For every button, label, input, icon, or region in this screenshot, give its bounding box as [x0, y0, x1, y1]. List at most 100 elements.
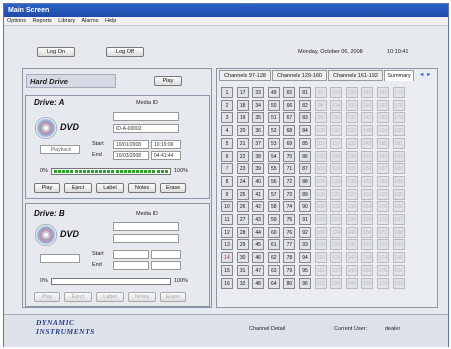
- channel-cell[interactable]: 147: [361, 112, 374, 124]
- channel-cell[interactable]: 117: [330, 137, 343, 149]
- channel-cell[interactable]: 14: [221, 252, 233, 264]
- channel-cell[interactable]: 20: [236, 125, 249, 137]
- log-off-button[interactable]: Log Off: [106, 47, 144, 57]
- channel-cell[interactable]: 141: [345, 239, 358, 251]
- channel-cell[interactable]: 106: [314, 201, 327, 213]
- channel-cell[interactable]: 40: [252, 175, 265, 187]
- channel-cell[interactable]: 112: [314, 277, 327, 289]
- channel-cell[interactable]: 105: [314, 188, 327, 200]
- drive-a-notes-button[interactable]: Notes: [128, 183, 156, 193]
- menu-options[interactable]: Options: [7, 18, 26, 24]
- channel-cell[interactable]: 187: [392, 214, 405, 225]
- tab-channels-1[interactable]: Channels 97-128: [219, 70, 271, 81]
- channel-cell[interactable]: 136: [345, 175, 358, 187]
- channel-cell[interactable]: 43: [252, 214, 265, 225]
- tab-channels-3[interactable]: Channels 161-192: [328, 70, 383, 81]
- channel-cell[interactable]: 79: [283, 264, 296, 276]
- channel-cell[interactable]: 168: [377, 175, 389, 187]
- channel-cell[interactable]: 86: [299, 150, 311, 162]
- channel-cell[interactable]: 17: [236, 87, 249, 98]
- channel-cell[interactable]: 83: [299, 112, 311, 124]
- channel-cell[interactable]: 69: [283, 137, 296, 149]
- channel-cell[interactable]: 56: [267, 175, 280, 187]
- channel-cell[interactable]: 142: [345, 252, 358, 264]
- channel-cell[interactable]: 58: [267, 201, 280, 213]
- channel-cell[interactable]: 154: [361, 201, 374, 213]
- drive-a-play-button[interactable]: Play: [34, 183, 60, 193]
- channel-cell[interactable]: 95: [299, 264, 311, 276]
- channel-cell[interactable]: 32: [236, 277, 249, 289]
- channel-cell[interactable]: 172: [377, 226, 389, 238]
- channel-cell[interactable]: 102: [314, 150, 327, 162]
- channel-cell[interactable]: 81: [299, 87, 311, 98]
- channel-cell[interactable]: 166: [377, 150, 389, 162]
- channel-cell[interactable]: 184: [392, 175, 405, 187]
- channel-cell[interactable]: 91: [299, 214, 311, 225]
- channel-cell[interactable]: 4: [221, 125, 233, 137]
- channel-cell[interactable]: 165: [377, 137, 389, 149]
- tab-scroll-arrows[interactable]: ◄ ►: [419, 72, 431, 78]
- channel-cell[interactable]: 26: [236, 201, 249, 213]
- channel-cell[interactable]: 9: [221, 188, 233, 200]
- channel-cell[interactable]: 30: [236, 252, 249, 264]
- channel-cell[interactable]: 78: [283, 252, 296, 264]
- channel-cell[interactable]: 182: [392, 150, 405, 162]
- channel-cell[interactable]: 16: [221, 277, 233, 289]
- channel-cell[interactable]: 129: [345, 87, 358, 98]
- channel-cell[interactable]: 192: [392, 277, 405, 289]
- channel-cell[interactable]: 72: [283, 175, 296, 187]
- channel-cell[interactable]: 68: [283, 125, 296, 137]
- channel-cell[interactable]: 35: [252, 112, 265, 124]
- channel-cell[interactable]: 27: [236, 214, 249, 225]
- channel-cell[interactable]: 28: [236, 226, 249, 238]
- channel-cell[interactable]: 111: [314, 264, 327, 276]
- channel-cell[interactable]: 185: [392, 188, 405, 200]
- channel-cell[interactable]: 92: [299, 226, 311, 238]
- channel-cell[interactable]: 135: [345, 163, 358, 175]
- menu-reports[interactable]: Reports: [33, 18, 52, 24]
- channel-cell[interactable]: 25: [236, 188, 249, 200]
- channel-cell[interactable]: 11: [221, 214, 233, 225]
- channel-cell[interactable]: 85: [299, 137, 311, 149]
- channel-cell[interactable]: 61: [267, 239, 280, 251]
- channel-cell[interactable]: 67: [283, 112, 296, 124]
- channel-cell[interactable]: 98: [314, 99, 327, 111]
- channel-cell[interactable]: 181: [392, 137, 405, 149]
- log-on-button[interactable]: Log On: [37, 47, 75, 57]
- channel-cell[interactable]: 113: [330, 87, 343, 98]
- drive-a-erase-button[interactable]: Erase: [160, 183, 186, 193]
- channel-cell[interactable]: 109: [314, 239, 327, 251]
- channel-cell[interactable]: 160: [361, 277, 374, 289]
- channel-cell[interactable]: 103: [314, 163, 327, 175]
- channel-cell[interactable]: 23: [236, 163, 249, 175]
- drive-a-eject-button[interactable]: Eject: [64, 183, 92, 193]
- menu-library[interactable]: Library: [58, 18, 75, 24]
- channel-cell[interactable]: 1: [221, 87, 233, 98]
- channel-cell[interactable]: 115: [330, 112, 343, 124]
- channel-cell[interactable]: 151: [361, 163, 374, 175]
- channel-cell[interactable]: 116: [330, 125, 343, 137]
- channel-detail-link[interactable]: Channel Detail: [249, 326, 285, 332]
- channel-cell[interactable]: 145: [361, 87, 374, 98]
- channel-cell[interactable]: 173: [377, 239, 389, 251]
- channel-cell[interactable]: 52: [267, 125, 280, 137]
- channel-cell[interactable]: 60: [267, 226, 280, 238]
- channel-cell[interactable]: 49: [267, 87, 280, 98]
- channel-cell[interactable]: 57: [267, 188, 280, 200]
- channel-cell[interactable]: 101: [314, 137, 327, 149]
- channel-cell[interactable]: 120: [330, 175, 343, 187]
- channel-cell[interactable]: 177: [392, 87, 405, 98]
- channel-cell[interactable]: 24: [236, 175, 249, 187]
- channel-cell[interactable]: 163: [377, 112, 389, 124]
- channel-cell[interactable]: 148: [361, 125, 374, 137]
- channel-cell[interactable]: 54: [267, 150, 280, 162]
- channel-cell[interactable]: 71: [283, 163, 296, 175]
- channel-cell[interactable]: 114: [330, 99, 343, 111]
- channel-cell[interactable]: 178: [392, 99, 405, 111]
- channel-cell[interactable]: 140: [345, 226, 358, 238]
- channel-cell[interactable]: 51: [267, 112, 280, 124]
- channel-cell[interactable]: 12: [221, 226, 233, 238]
- channel-cell[interactable]: 125: [330, 239, 343, 251]
- channel-cell[interactable]: 133: [345, 137, 358, 149]
- channel-cell[interactable]: 88: [299, 175, 311, 187]
